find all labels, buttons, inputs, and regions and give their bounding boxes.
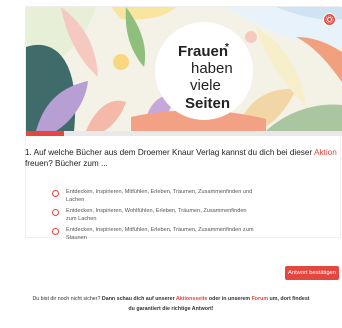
answer-option-3[interactable]: Entdecken, Inspirieren, Mitfühlen, Erleb… [52,227,314,242]
logo-line-1: Frauen [178,43,228,60]
question-accent-link[interactable]: Aktion [314,148,337,157]
question-text-before: 1. Auf welche Bücher aus dem Droemer Kna… [25,148,314,157]
radio-button-2[interactable] [52,209,59,217]
logo-star: * [225,42,229,53]
banner-artwork: Frauen * haben viele Seiten [26,7,342,131]
forum-link[interactable]: Forum [252,296,268,302]
confirm-answer-button[interactable]: Antwort bestätigen [285,266,339,280]
quiz-progress-fill [26,131,64,136]
footer-text-1: Du bist dir noch nicht sicher? [32,296,102,302]
answer-label-1: Entdecken, Inspirieren, Mitfühlen, Erleb… [66,189,253,203]
answer-option-2[interactable]: Entdecken, Inspirieren, Wohlfühlen, Erle… [52,208,314,223]
help-footer-line-1: Du bist dir noch nicht sicher? Dann scha… [0,294,342,304]
logo-line-2: haben [191,60,233,77]
question-text: 1. Auf welche Bücher aus dem Droemer Kna… [25,147,341,169]
logo-line-3: viele [190,77,221,94]
footer-text-2: Dann schau dich auf unserer [101,296,176,302]
footer-text-4: um, dort findest [268,296,310,302]
footer-text-3: oder in unserem [207,296,252,302]
quiz-progress-bar [26,131,342,136]
radio-button-3[interactable] [52,228,59,236]
logo-line-4: Seiten [185,95,230,112]
answer-options: Entdecken, Inspirieren, Mitfühlen, Erleb… [52,189,314,247]
gear-icon [325,15,334,24]
help-footer: Du bist dir noch nicht sicher? Dann scha… [0,294,342,314]
answer-option-1[interactable]: Entdecken, Inspirieren, Mitfühlen, Erleb… [52,189,314,204]
campaign-banner: Frauen * haben viele Seiten [26,7,342,131]
settings-button[interactable] [323,13,336,26]
answer-label-3: Entdecken, Inspirieren, Mitfühlen, Erleb… [66,227,254,241]
help-footer-line-2: du garantiert die richtige Antwort! [128,306,214,312]
campaign-page-link[interactable]: Aktionsseite [176,296,208,302]
question-text-after: freuen? Bücher zum ... [25,159,108,168]
radio-button-1[interactable] [52,190,59,197]
answer-label-2: Entdecken, Inspirieren, Wohlfühlen, Erle… [66,208,247,222]
